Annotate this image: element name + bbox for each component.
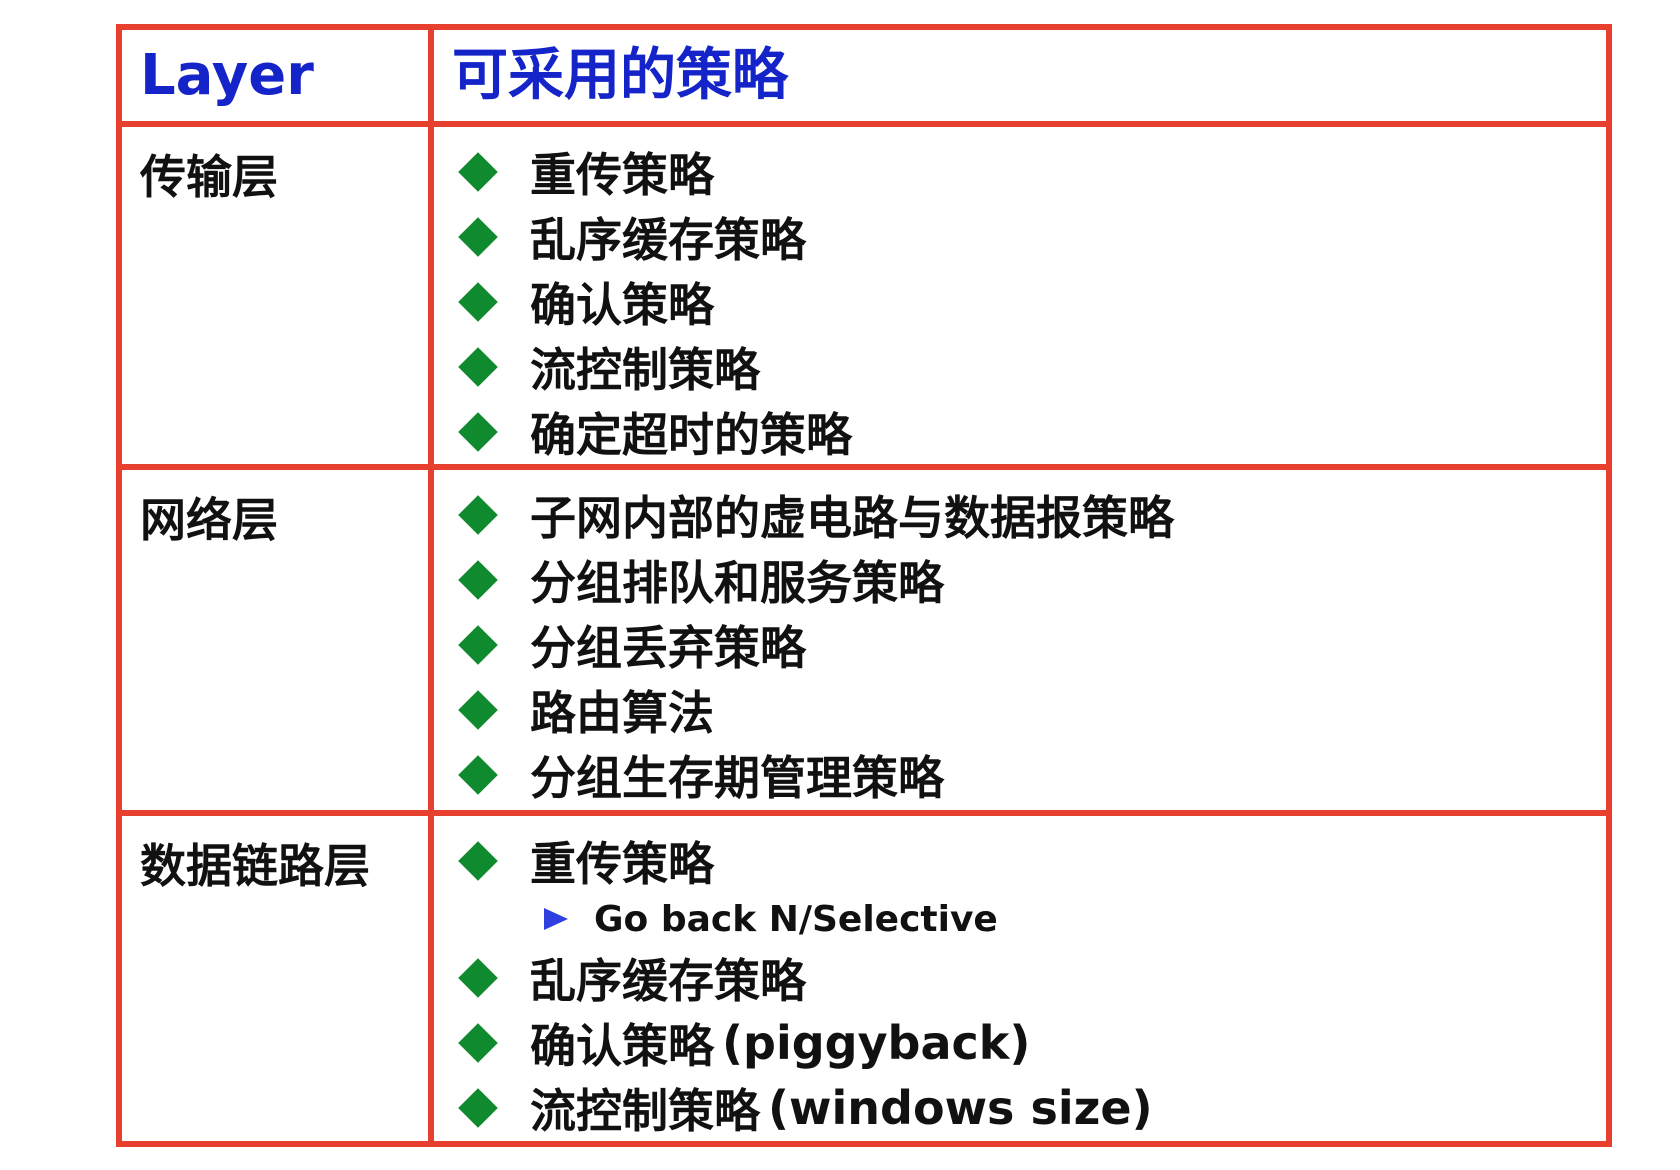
green-diamond-icon bbox=[458, 957, 498, 998]
green-diamond-icon bbox=[458, 559, 498, 600]
green-diamond-icon bbox=[458, 1087, 498, 1128]
list-item: 分组生存期管理策略 bbox=[454, 742, 1606, 807]
table-row: 传输层 重传策略 乱序缓存策略 确认策略 流控制策略 确定超时的策略 bbox=[122, 121, 1606, 470]
policy-text: 流控制策略 bbox=[530, 1083, 760, 1138]
green-diamond-icon bbox=[458, 346, 498, 387]
policy-text: 乱序缓存策略 bbox=[530, 212, 806, 267]
green-diamond-icon bbox=[458, 1022, 498, 1063]
policy-list-cell: 子网内部的虚电路与数据报策略 分组排队和服务策略 分组丢弃策略 路由算法 分组生… bbox=[428, 464, 1606, 816]
list-item: 确定超时的策略 bbox=[454, 399, 1606, 464]
list-item: 重传策略 bbox=[454, 139, 1606, 204]
green-diamond-icon bbox=[458, 494, 498, 535]
policy-note: (windows size) bbox=[768, 1080, 1153, 1135]
policy-text: 路由算法 bbox=[530, 685, 714, 740]
table-row: 网络层 子网内部的虚电路与数据报策略 分组排队和服务策略 分组丢弃策略 路由算法… bbox=[122, 464, 1606, 816]
policy-note: (piggyback) bbox=[722, 1015, 1031, 1070]
policy-list: 重传策略 Go back N/Selective 乱序缓存策略 确认策略 (pi… bbox=[454, 828, 1606, 1140]
green-diamond-icon bbox=[458, 281, 498, 322]
list-item: 确认策略 (piggyback) bbox=[454, 1010, 1606, 1075]
policy-table: Layer 可采用的策略 传输层 重传策略 乱序缓存策略 确认策略 流控制策略 … bbox=[122, 30, 1606, 1141]
policy-text: 确认策略 bbox=[530, 1018, 714, 1073]
list-item: 流控制策略 (windows size) bbox=[454, 1075, 1606, 1140]
table-header-row: Layer 可采用的策略 bbox=[122, 30, 1606, 127]
policy-text: 分组丢弃策略 bbox=[530, 620, 806, 675]
list-item: 确认策略 bbox=[454, 269, 1606, 334]
policy-list: 重传策略 乱序缓存策略 确认策略 流控制策略 确定超时的策略 bbox=[454, 139, 1606, 464]
policy-text: 子网内部的虚电路与数据报策略 bbox=[530, 490, 1174, 545]
green-diamond-icon bbox=[458, 151, 498, 192]
list-item: 子网内部的虚电路与数据报策略 bbox=[454, 482, 1606, 547]
list-item: 流控制策略 bbox=[454, 334, 1606, 399]
green-diamond-icon bbox=[458, 754, 498, 795]
layer-column-header: Layer bbox=[122, 30, 434, 127]
list-item: 路由算法 bbox=[454, 677, 1606, 742]
policy-text: 乱序缓存策略 bbox=[530, 953, 806, 1008]
policy-text: 重传策略 bbox=[530, 147, 714, 202]
green-diamond-icon bbox=[458, 840, 498, 881]
table-row: 数据链路层 重传策略 Go back N/Selective 乱序缓存策略 确认… bbox=[122, 810, 1606, 1141]
sub-list-item: Go back N/Selective bbox=[544, 893, 1606, 945]
layer-name: 网络层 bbox=[122, 464, 434, 816]
layer-name: 传输层 bbox=[122, 121, 434, 470]
green-diamond-icon bbox=[458, 216, 498, 257]
policy-text: 流控制策略 bbox=[530, 342, 760, 397]
green-diamond-icon bbox=[458, 411, 498, 452]
layer-name: 数据链路层 bbox=[122, 810, 434, 1141]
list-item: 重传策略 bbox=[454, 828, 1606, 893]
policy-list: 子网内部的虚电路与数据报策略 分组排队和服务策略 分组丢弃策略 路由算法 分组生… bbox=[454, 482, 1606, 807]
blue-arrowhead-icon bbox=[544, 908, 568, 930]
green-diamond-icon bbox=[458, 689, 498, 730]
green-diamond-icon bbox=[458, 624, 498, 665]
policy-list-cell: 重传策略 乱序缓存策略 确认策略 流控制策略 确定超时的策略 bbox=[428, 121, 1606, 470]
sub-policy-text: Go back N/Selective bbox=[594, 898, 998, 940]
policy-text: 分组生存期管理策略 bbox=[530, 750, 944, 805]
policy-text: 确定超时的策略 bbox=[530, 407, 852, 462]
policy-text: 重传策略 bbox=[530, 836, 714, 891]
policy-table-frame: Layer 可采用的策略 传输层 重传策略 乱序缓存策略 确认策略 流控制策略 … bbox=[116, 24, 1612, 1147]
list-item: 乱序缓存策略 bbox=[454, 945, 1606, 1010]
list-item: 分组排队和服务策略 bbox=[454, 547, 1606, 612]
policy-text: 分组排队和服务策略 bbox=[530, 555, 944, 610]
list-item: 乱序缓存策略 bbox=[454, 204, 1606, 269]
policy-text: 确认策略 bbox=[530, 277, 714, 332]
policy-list-cell: 重传策略 Go back N/Selective 乱序缓存策略 确认策略 (pi… bbox=[428, 810, 1606, 1141]
list-item: 分组丢弃策略 bbox=[454, 612, 1606, 677]
strategy-column-header: 可采用的策略 bbox=[428, 30, 1606, 127]
